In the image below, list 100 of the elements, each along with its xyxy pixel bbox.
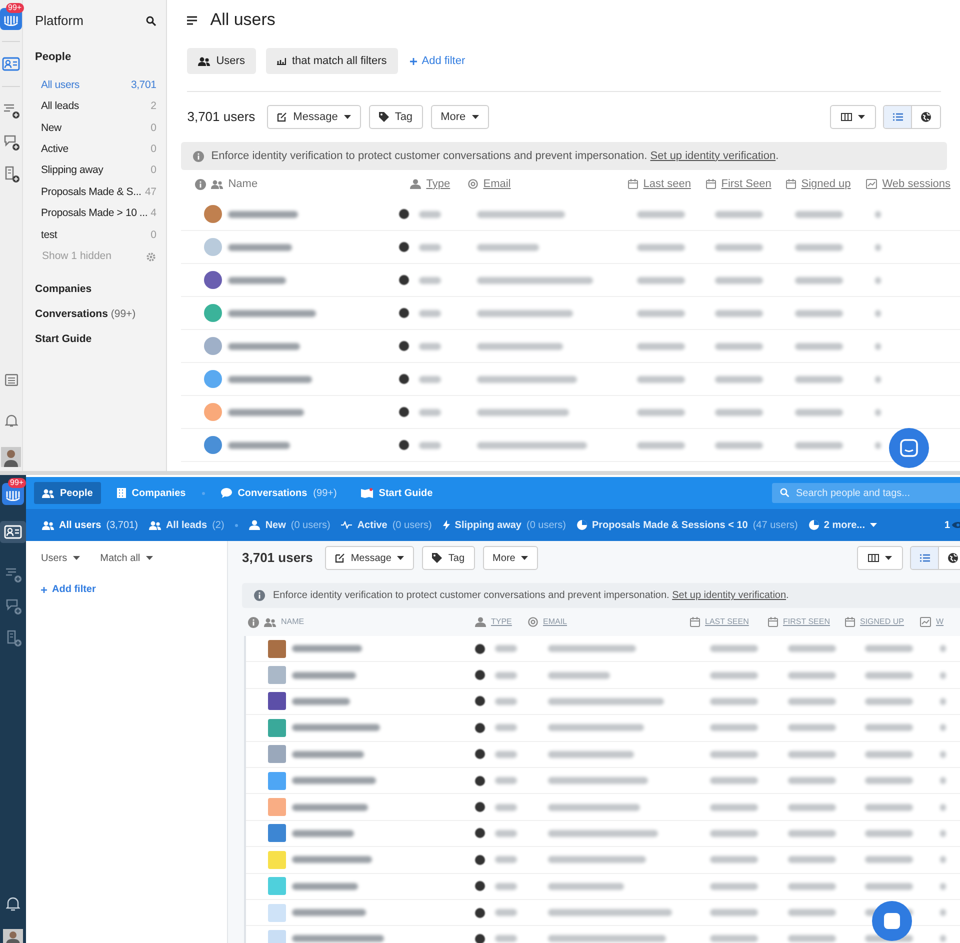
blurred-text — [419, 276, 442, 284]
blurred-text — [940, 645, 946, 652]
segment-tab[interactable]: Active (0 users) — [341, 514, 432, 536]
bell-icon[interactable] — [4, 414, 18, 427]
columns-icon — [868, 554, 879, 562]
people-nav-button[interactable] — [0, 521, 26, 543]
sidebar-link[interactable]: Conversations (99+) — [35, 307, 156, 322]
column-header[interactable]: SIGNED UP — [860, 616, 904, 628]
column-header[interactable]: Signed up — [801, 176, 851, 192]
column-header[interactable]: LAST SEEN — [705, 616, 749, 628]
sidebar-title: Platform — [35, 12, 84, 30]
filter-button[interactable]: Users — [187, 48, 256, 74]
blurred-text — [788, 645, 836, 652]
contact-card-icon[interactable] — [2, 57, 20, 71]
search-icon — [780, 488, 789, 497]
nav-tab[interactable]: Start Guide — [352, 482, 441, 504]
column-header[interactable]: EMAIL — [543, 616, 568, 628]
sidebar-link[interactable]: Companies — [35, 282, 156, 296]
column-header[interactable]: Type — [426, 176, 450, 192]
segment-tab[interactable]: All users (3,701) — [42, 514, 138, 536]
action-button[interactable]: Tag — [422, 546, 475, 570]
chat-icon — [900, 439, 918, 457]
setup-link[interactable]: Set up identity verification — [672, 590, 786, 601]
add-filter-link[interactable]: Add filter — [41, 582, 96, 597]
blurred-text — [710, 750, 758, 758]
action-button[interactable]: Message — [267, 105, 361, 129]
columns-button[interactable] — [830, 105, 876, 129]
filter-button[interactable]: that match all filters — [266, 48, 398, 74]
sidebar-item[interactable]: New 0 — [41, 118, 156, 140]
setup-link[interactable]: Set up identity verification — [650, 150, 776, 162]
filter-dropdown[interactable]: Users — [41, 551, 80, 565]
globe-icon — [948, 553, 958, 563]
sidebar-item[interactable]: Slipping away 0 — [41, 160, 156, 182]
sidebar-item[interactable]: test 0 — [41, 224, 156, 246]
column-header[interactable]: Web sessions — [882, 176, 951, 192]
column-header[interactable]: NAME — [281, 616, 304, 628]
blurred-text — [940, 909, 946, 916]
hidden-segments-button[interactable]: 1 — [944, 518, 960, 532]
blurred-text — [875, 244, 882, 250]
blurred-text — [788, 909, 836, 916]
blurred-text — [495, 909, 517, 916]
columns-button[interactable] — [857, 546, 903, 570]
user-avatar[interactable] — [3, 929, 23, 943]
blurred-text — [419, 408, 442, 416]
column-header[interactable]: TYPE — [491, 616, 512, 628]
column-header[interactable]: Name — [228, 176, 258, 192]
user-avatar[interactable] — [1, 447, 21, 467]
segment-tab[interactable]: All leads (2) — [148, 514, 224, 536]
blurred-text — [940, 777, 946, 784]
blurred-text — [228, 244, 292, 250]
gear-icon[interactable] — [146, 252, 156, 262]
action-button[interactable]: Message — [324, 546, 414, 570]
filter-dropdown[interactable]: Match all — [100, 551, 154, 565]
column-header[interactable]: FIRST SEEN — [783, 616, 830, 628]
at-icon — [528, 617, 538, 627]
segment-tab[interactable]: New (0 users) — [249, 514, 330, 536]
column-header[interactable]: Email — [483, 176, 511, 192]
search-field[interactable]: Search people and tags... — [772, 483, 960, 503]
segment-tab[interactable]: Proposals Made & Sessions < 10 (47 users) — [576, 514, 798, 536]
nav-tab[interactable]: People — [34, 482, 101, 504]
sidebar-item[interactable]: Proposals Made & S... 47 — [41, 182, 156, 204]
search-icon[interactable] — [146, 16, 156, 26]
columns-icon — [841, 113, 852, 121]
sidebar-item[interactable]: All users 3,701 — [41, 75, 156, 96]
sidebar-link[interactable]: Start Guide — [35, 332, 156, 346]
nav-tab[interactable]: Conversations (99+) — [212, 482, 345, 504]
menu-icon[interactable] — [187, 16, 198, 24]
blurred-text — [710, 909, 758, 916]
nav-tab[interactable]: Companies — [108, 482, 194, 504]
sidebar-item[interactable]: All leads 2 — [41, 96, 156, 118]
segment-tab[interactable]: Slipping away (0 users) — [442, 514, 566, 536]
map-view-button[interactable] — [939, 547, 960, 569]
show-hidden-link[interactable]: Show 1 hidden — [41, 249, 112, 265]
blurred-text — [495, 698, 517, 705]
info-icon — [254, 590, 265, 601]
speech-bubble-icon — [220, 488, 232, 498]
sidebar-item[interactable]: Proposals Made > 10 ... 4 — [41, 203, 156, 225]
segment-tab[interactable]: 2 more... — [808, 514, 877, 536]
list-view-button[interactable] — [884, 106, 912, 128]
action-button[interactable]: More — [430, 105, 489, 129]
action-button[interactable]: Tag — [368, 105, 423, 129]
contact-card-icon — [4, 525, 22, 539]
person-silhouette-icon — [1, 447, 21, 467]
blurred-text — [940, 804, 946, 811]
blurred-text — [715, 408, 764, 416]
action-button[interactable]: More — [482, 546, 538, 570]
blurred-text — [865, 698, 913, 705]
blurred-text — [637, 210, 686, 218]
list-icon[interactable] — [4, 374, 18, 386]
column-header[interactable]: W — [936, 616, 944, 628]
chat-plus-icon[interactable] — [2, 133, 20, 151]
list-view-button[interactable] — [911, 547, 939, 569]
blurred-text — [495, 935, 517, 942]
blurred-text — [875, 210, 882, 218]
blurred-text — [795, 442, 844, 448]
add-filter-link[interactable]: Add filter — [408, 48, 468, 74]
sidebar-item[interactable]: Active 0 — [41, 139, 156, 161]
column-header[interactable]: Last seen — [643, 176, 691, 192]
column-header[interactable]: First Seen — [721, 176, 772, 192]
chat-button[interactable] — [889, 428, 930, 468]
